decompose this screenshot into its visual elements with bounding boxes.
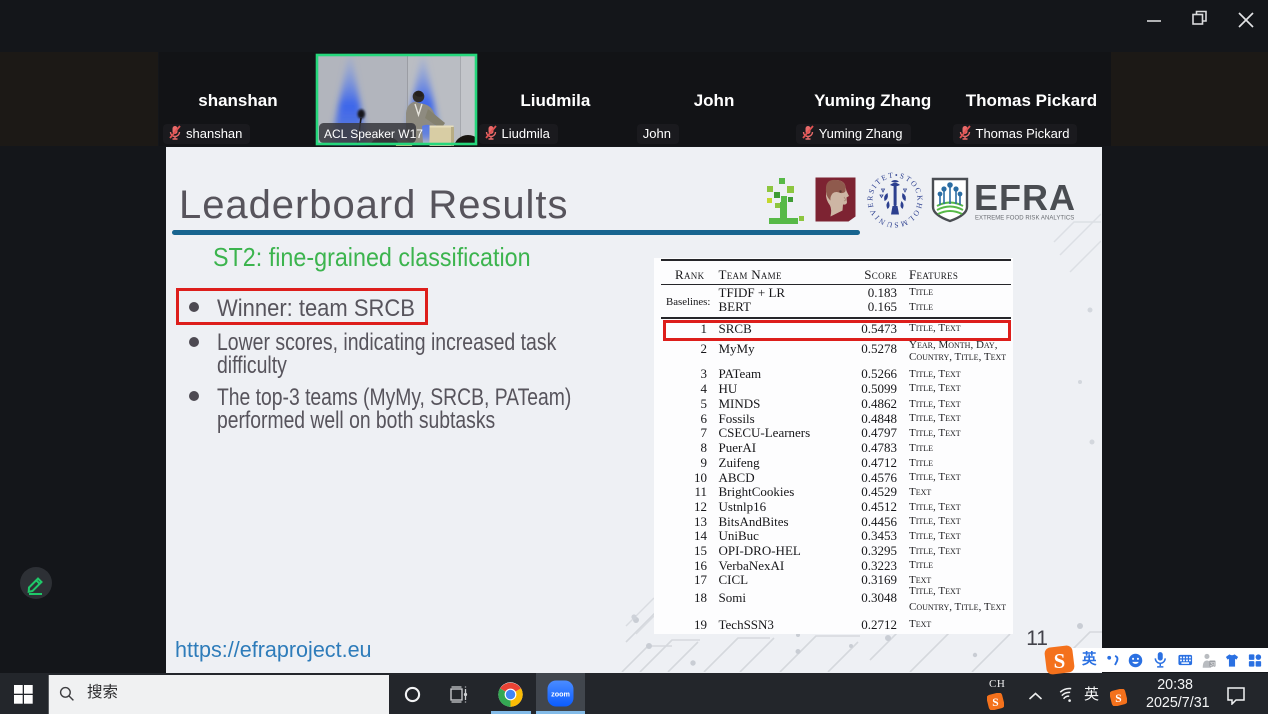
svg-text:EXTREME FOOD RISK ANALYTICS: EXTREME FOOD RISK ANALYTICS	[975, 216, 1074, 222]
svg-text:ACL Speaker W17: ACL Speaker W17	[324, 127, 423, 141]
svg-text:习: 习	[1210, 661, 1215, 668]
svg-text:zoom: zoom	[551, 690, 570, 699]
svg-text:S: S	[1115, 693, 1121, 705]
svg-text:S: S	[1054, 649, 1066, 673]
svg-text:S: S	[992, 697, 998, 709]
svg-text:EFRA: EFRA	[974, 177, 1076, 218]
